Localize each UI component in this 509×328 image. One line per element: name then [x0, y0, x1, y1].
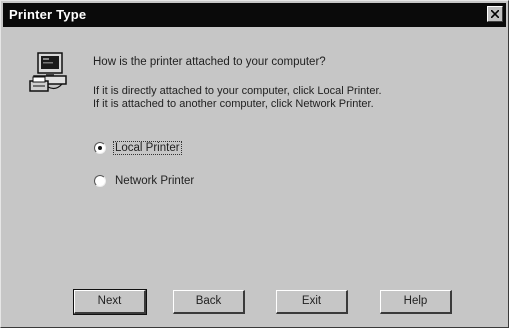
radio-button-selected[interactable] [94, 142, 106, 154]
help-button[interactable]: Help [380, 290, 452, 314]
title-bar[interactable]: Printer Type [3, 3, 506, 27]
radio-network-printer[interactable]: Network Printer [94, 173, 195, 189]
instruction-network: If it is attached to another computer, c… [93, 98, 374, 110]
radio-label-local[interactable]: Local Printer [113, 141, 182, 155]
window-title: Printer Type [9, 7, 87, 22]
computer-printer-icon [28, 51, 72, 95]
exit-button[interactable]: Exit [276, 290, 348, 314]
instruction-local: If it is directly attached to your compu… [93, 85, 382, 97]
next-button[interactable]: Next [73, 289, 147, 315]
radio-label-network[interactable]: Network Printer [114, 175, 195, 187]
close-button[interactable] [487, 6, 503, 22]
question-text: How is the printer attached to your comp… [93, 56, 326, 68]
back-button[interactable]: Back [173, 290, 245, 314]
radio-button-unselected[interactable] [94, 175, 106, 187]
radio-local-printer[interactable]: Local Printer [94, 140, 182, 156]
printer-type-dialog: Printer Type How is the printer attached… [0, 0, 509, 328]
close-icon [491, 10, 499, 18]
